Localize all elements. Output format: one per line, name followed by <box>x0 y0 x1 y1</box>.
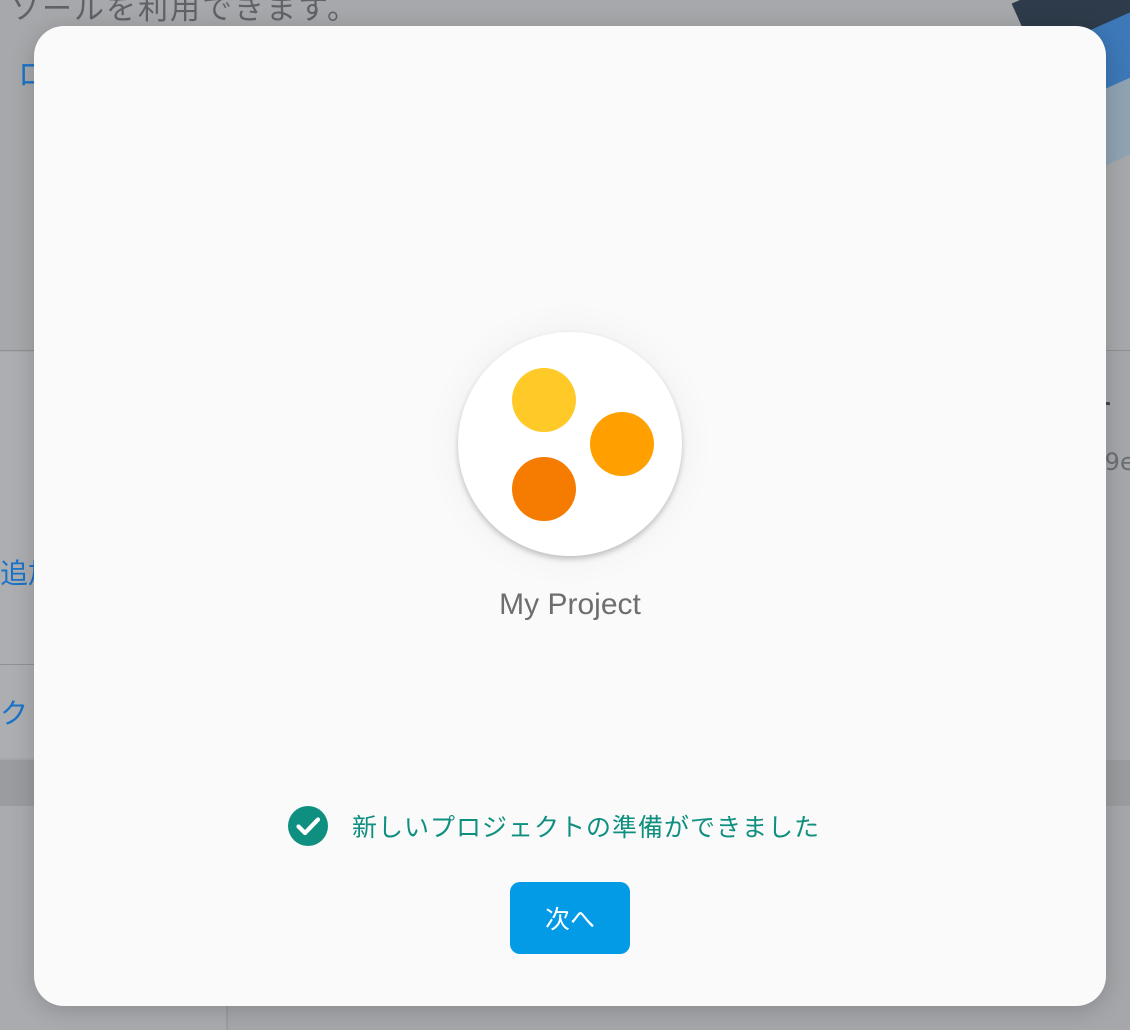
next-button[interactable]: 次へ <box>510 882 630 954</box>
check-circle-icon <box>288 806 328 846</box>
logo-dot-yellow <box>512 368 576 432</box>
status-row: 新しいプロジェクトの準備ができました <box>288 806 820 846</box>
project-ready-dialog: My Project 新しいプロジェクトの準備ができました 次へ <box>34 26 1106 1006</box>
logo-dot-amber <box>590 412 654 476</box>
status-message: 新しいプロジェクトの準備ができました <box>352 813 821 842</box>
logo-dot-orange <box>512 457 576 521</box>
project-name: My Project <box>499 588 641 621</box>
background-top-text: ソールを利用できます。 <box>10 0 359 27</box>
project-logo <box>458 332 682 556</box>
